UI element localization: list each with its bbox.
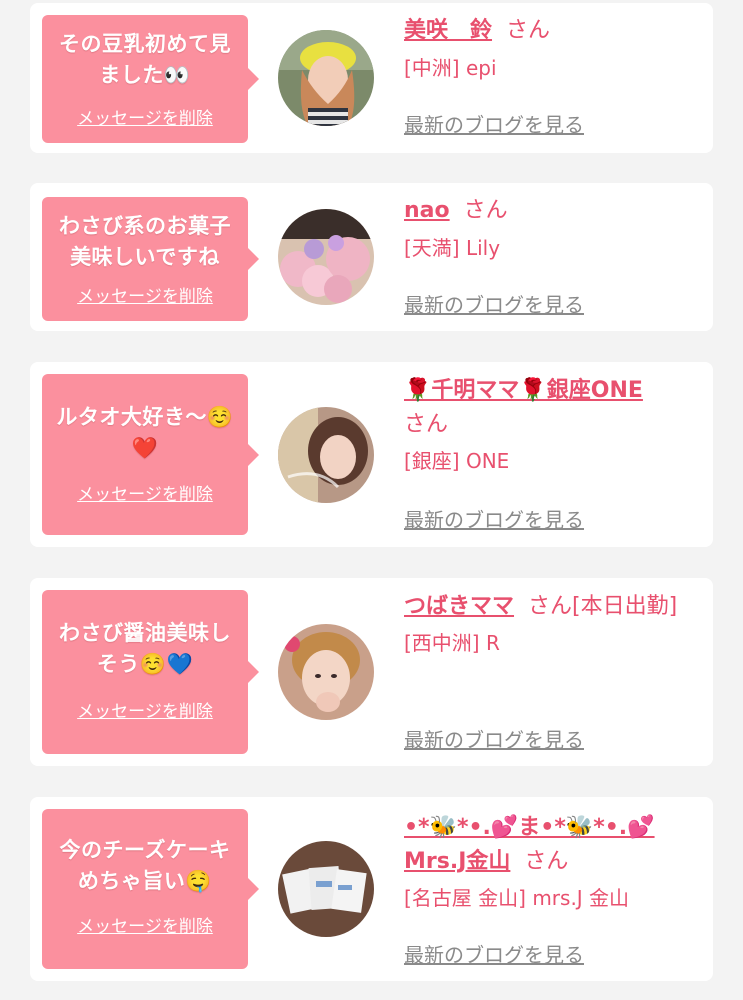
message-card: わさび系のお菓子美味しいですね メッセージを削除 nao さん [天満] Lily… bbox=[30, 183, 713, 331]
shop-info: [西中洲] R bbox=[404, 631, 500, 655]
hostess-name-link[interactable]: nao bbox=[404, 198, 450, 223]
pink-flowers-photo-icon bbox=[278, 209, 374, 305]
message-card: わさび醤油美味しそう☺️💙 メッセージを削除 つばきママ さん[本日出勤] [西中… bbox=[30, 578, 713, 766]
message-text: わさび醤油美味しそう☺️💙 bbox=[59, 621, 231, 676]
message-card: ルタオ大好き〜☺️❤️ メッセージを削除 🌹千明ママ🌹銀座ONE さん [銀座] … bbox=[30, 362, 713, 547]
delete-message-link[interactable]: メッセージを削除 bbox=[42, 480, 248, 505]
name-line: つばきママ さん[本日出勤] bbox=[404, 590, 699, 624]
name-line: •*🐝*•.💕ま•*🐝*•.💕Mrs.J金山 さん bbox=[404, 811, 699, 879]
message-bubble: わさび系のお菓子美味しいですね メッセージを削除 bbox=[42, 197, 259, 321]
latest-blog-link[interactable]: 最新のブログを見る bbox=[404, 109, 584, 138]
shop-info: [名古屋 金山] mrs.J 金山 bbox=[404, 886, 630, 910]
delete-message-link[interactable]: メッセージを削除 bbox=[42, 912, 248, 937]
name-line: 🌹千明ママ🌹銀座ONE さん bbox=[404, 374, 699, 442]
message-text: 今のチーズケーキめちゃ旨い🤤 bbox=[59, 838, 231, 893]
woman-selfie-photo-icon bbox=[278, 624, 374, 720]
shop-info: [天満] Lily bbox=[404, 236, 501, 260]
avatar[interactable] bbox=[278, 407, 374, 503]
avatar[interactable] bbox=[278, 624, 374, 720]
honorific: さん bbox=[524, 849, 569, 874]
avatar[interactable] bbox=[278, 30, 374, 126]
honorific: さん[本日出勤] bbox=[528, 594, 678, 619]
honorific: さん bbox=[506, 18, 551, 43]
hostess-info: つばきママ さん[本日出勤] [西中洲] R 最新のブログを見る bbox=[404, 590, 699, 758]
sweets-packages-photo-icon bbox=[278, 841, 374, 937]
honorific: さん bbox=[463, 198, 508, 223]
hostess-name-link[interactable]: 美咲 鈴 bbox=[404, 18, 492, 43]
latest-blog-link[interactable]: 最新のブログを見る bbox=[404, 939, 584, 968]
message-text: ルタオ大好き〜☺️❤️ bbox=[56, 405, 234, 460]
woman-yellow-cap-photo-icon bbox=[278, 30, 374, 126]
message-text: わさび系のお菓子美味しいですね bbox=[59, 214, 231, 269]
delete-message-link[interactable]: メッセージを削除 bbox=[42, 104, 248, 129]
latest-blog-link[interactable]: 最新のブログを見る bbox=[404, 504, 584, 533]
message-bubble: わさび醤油美味しそう☺️💙 メッセージを削除 bbox=[42, 590, 259, 754]
honorific: さん bbox=[404, 412, 449, 437]
avatar[interactable] bbox=[278, 841, 374, 937]
hostess-name-link[interactable]: つばきママ bbox=[404, 594, 514, 619]
latest-blog-link[interactable]: 最新のブログを見る bbox=[404, 724, 584, 753]
hostess-info: nao さん [天満] Lily 最新のブログを見る bbox=[404, 193, 699, 321]
avatar[interactable] bbox=[278, 209, 374, 305]
hostess-info: 美咲 鈴さん [中洲] epi 最新のブログを見る bbox=[404, 13, 699, 143]
delete-message-link[interactable]: メッセージを削除 bbox=[42, 282, 248, 307]
hostess-name-link[interactable]: 🌹千明ママ🌹銀座ONE bbox=[404, 378, 643, 403]
message-bubble: 今のチーズケーキめちゃ旨い🤤 メッセージを削除 bbox=[42, 809, 259, 969]
shop-info: [中洲] epi bbox=[404, 56, 497, 80]
delete-message-link[interactable]: メッセージを削除 bbox=[42, 697, 248, 722]
woman-portrait-photo-icon bbox=[278, 407, 374, 503]
latest-blog-link[interactable]: 最新のブログを見る bbox=[404, 289, 584, 318]
message-bubble: ルタオ大好き〜☺️❤️ メッセージを削除 bbox=[42, 374, 259, 535]
message-card: 今のチーズケーキめちゃ旨い🤤 メッセージを削除 •*🐝*•.💕ま•*🐝*•.💕M… bbox=[30, 797, 713, 981]
message-text: その豆乳初めて見ました👀 bbox=[59, 32, 231, 87]
hostess-info: 🌹千明ママ🌹銀座ONE さん [銀座] ONE 最新のブログを見る bbox=[404, 374, 699, 539]
message-card: その豆乳初めて見ました👀 メッセージを削除 美咲 鈴さん [中洲] epi 最新… bbox=[30, 3, 713, 153]
shop-info: [銀座] ONE bbox=[404, 449, 510, 473]
name-line: nao さん bbox=[404, 193, 699, 229]
hostess-info: •*🐝*•.💕ま•*🐝*•.💕Mrs.J金山 さん [名古屋 金山] mrs.J … bbox=[404, 811, 699, 975]
message-bubble: その豆乳初めて見ました👀 メッセージを削除 bbox=[42, 15, 259, 143]
message-list: その豆乳初めて見ました👀 メッセージを削除 美咲 鈴さん [中洲] epi 最新… bbox=[0, 0, 743, 1000]
name-line: 美咲 鈴さん bbox=[404, 13, 699, 49]
